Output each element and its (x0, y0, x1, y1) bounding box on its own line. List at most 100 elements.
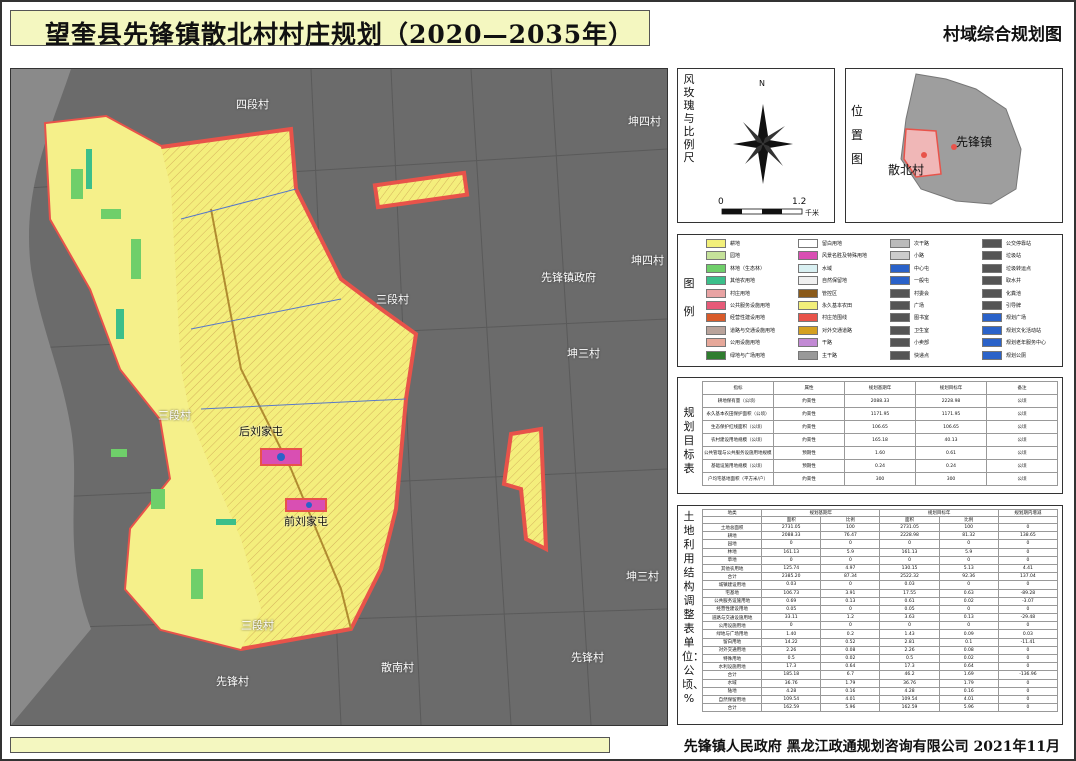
table-cell: 17.55 (879, 588, 940, 598)
legend-swatch (798, 350, 818, 360)
table-cell: 5.9 (938, 547, 999, 557)
table-row: 对外交通用地 2.26 0.08 2.26 0.08 0 (701, 645, 1059, 656)
legend-item: 道路与交通设施用地 (706, 325, 776, 335)
legend-item: 干路 (798, 338, 833, 348)
table-cell: 0 (997, 580, 1059, 590)
table-cell: 1.2 (820, 613, 881, 623)
footer: 先锋镇人民政府 黑龙江政通规划咨询有限公司 2021年11月 (6, 734, 1070, 756)
legend-text: 干路 (822, 340, 833, 347)
table-cell: 公顷 (986, 420, 1058, 434)
table-cell: 草地 (701, 555, 763, 565)
table-row: 公用设施用地 0 0 0 0 0 (701, 621, 1059, 631)
table-cell: 4.01 (820, 694, 881, 705)
table-row: 户均宅基地面积（平方米/户） 约束性 300 300 公顷 (702, 472, 1058, 486)
table-cell: 1.79 (938, 678, 999, 688)
legend-item: 规划公厕 (982, 350, 1026, 360)
table-cell: 92.36 (938, 572, 999, 582)
legend-swatch (982, 251, 1002, 261)
place-label-sanduan-west: 三段村 (158, 409, 191, 422)
table-cell: 合计 (701, 572, 763, 582)
table-cell: 0.13 (938, 613, 999, 623)
table-cell: 对外交通用地 (701, 645, 763, 656)
table-cell: 6.7 (820, 670, 881, 680)
table-cell: 其他农用地 (701, 563, 763, 574)
table-cell: 76.47 (820, 531, 881, 541)
legend-text: 小卖部 (914, 340, 930, 347)
table-cell: 81.32 (938, 531, 999, 541)
table-cell: 公共服务设施用地 (701, 596, 763, 606)
legend-panel: 图例 耕地 园地 林地（生态林） 其他农用地 村庄用地 公共服务设施用地 经营性建设用地 道路… (677, 234, 1063, 367)
table-cell: 162.59 (761, 703, 822, 713)
place-label-kunsan-se: 坤三村 (626, 570, 659, 583)
legend-text: 快递点 (914, 352, 930, 359)
table-cell: 33.11 (761, 613, 822, 623)
legend-swatch (890, 276, 910, 286)
table-cell: 0.05 (879, 604, 940, 615)
table-row: 特殊用地 0.5 0.02 0.5 0.02 0 (701, 653, 1059, 664)
table-cell: 农村建设用地规模（公顷） (702, 433, 774, 447)
main-map[interactable]: 四段村 坤四村 坤四村 三段村 先锋镇政府 坤三村 三段村 后刘家屯 前刘家屯 … (10, 68, 668, 726)
legend-text: 公共服务设施用地 (730, 303, 771, 309)
table-cell: 4.97 (820, 563, 881, 574)
table-cell: 0 (997, 694, 1059, 705)
table-cell: 公顷 (986, 459, 1058, 473)
table-cell: 约束性 (773, 420, 845, 434)
legend-text: 公交停靠站 (1006, 241, 1032, 247)
table-cell: 预期性 (773, 459, 845, 473)
legend-item: 管控区 (798, 288, 837, 298)
table-row: 土地总面积 2731.05 100 2731.05 100 0 (701, 522, 1059, 533)
table-cell: 4.01 (938, 694, 999, 705)
table-cell: 0 (761, 539, 822, 549)
table-cell: 约束性 (773, 433, 845, 447)
place-label-xianfeng-south: 先锋村 (216, 675, 249, 688)
table-cell: 3.63 (879, 613, 940, 623)
place-label-kunsi: 坤四村 (628, 115, 661, 128)
table-cell: 林地 (701, 547, 763, 557)
legend-item: 林地（生态林） (706, 263, 765, 273)
table-cell: 2385.20 (761, 572, 822, 582)
legend-swatch (982, 313, 1002, 323)
table-header-cell: 比例 (820, 516, 881, 524)
legend-item: 广场 (890, 301, 924, 310)
legend-text: 规划老年服务中心 (1006, 340, 1047, 347)
legend-text: 自然保留地 (822, 278, 848, 285)
legend-text: 次干路 (914, 241, 930, 247)
legend-swatch (982, 325, 1002, 335)
table-cell: 100 (938, 522, 999, 533)
place-label-sanduan-east: 三段村 (376, 293, 409, 306)
legend-swatch (798, 239, 818, 248)
legend-text: 小路 (914, 253, 925, 260)
table-cell: 1.40 (761, 629, 822, 639)
legend-item: 公用设施用地 (706, 338, 760, 348)
table-cell: 137.04 (997, 572, 1059, 582)
page-title: 望奎县先锋镇散北村村庄规划（2020—2035年） (45, 20, 635, 49)
table-cell: 2.26 (761, 645, 822, 656)
legend-item: 快递点 (890, 350, 930, 360)
legend-swatch (982, 263, 1002, 273)
legend-swatch (890, 263, 910, 273)
table-cell: 约束性 (773, 472, 845, 486)
legend-item: 垃圾转运点 (982, 263, 1031, 273)
table-row: 留白用地 14.22 0.52 2.81 0.1 -11.41 (701, 637, 1059, 647)
legend-item: 规划文化活动站 (982, 325, 1041, 335)
table-cell: 1.60 (844, 446, 916, 460)
table-header-cell: 规划基期年 (761, 509, 881, 517)
legend-item: 村委会 (890, 288, 929, 298)
table-cell: 公顷 (986, 407, 1058, 421)
table-header-cell: 属性 (773, 381, 845, 395)
legend-item: 垃圾站 (982, 251, 1022, 261)
table-cell: 0.63 (938, 588, 999, 598)
legend-text: 垃圾站 (1006, 253, 1022, 260)
table-cell: 陆地 (701, 686, 763, 696)
table-header-cell: 地类 (701, 509, 763, 517)
legend-swatch (890, 325, 910, 335)
legend-text: 道路与交通设施用地 (730, 327, 776, 334)
table-cell: 园地 (701, 539, 763, 549)
legend-item: 水域 (798, 263, 833, 273)
legend-text: 水域 (822, 265, 833, 272)
table-header-cell: 比例 (938, 516, 999, 524)
table-cell: 2228.98 (879, 531, 940, 541)
table-cell: 17.3 (761, 662, 822, 672)
table-cell: 0 (820, 539, 881, 549)
table-cell: 0 (997, 621, 1059, 631)
